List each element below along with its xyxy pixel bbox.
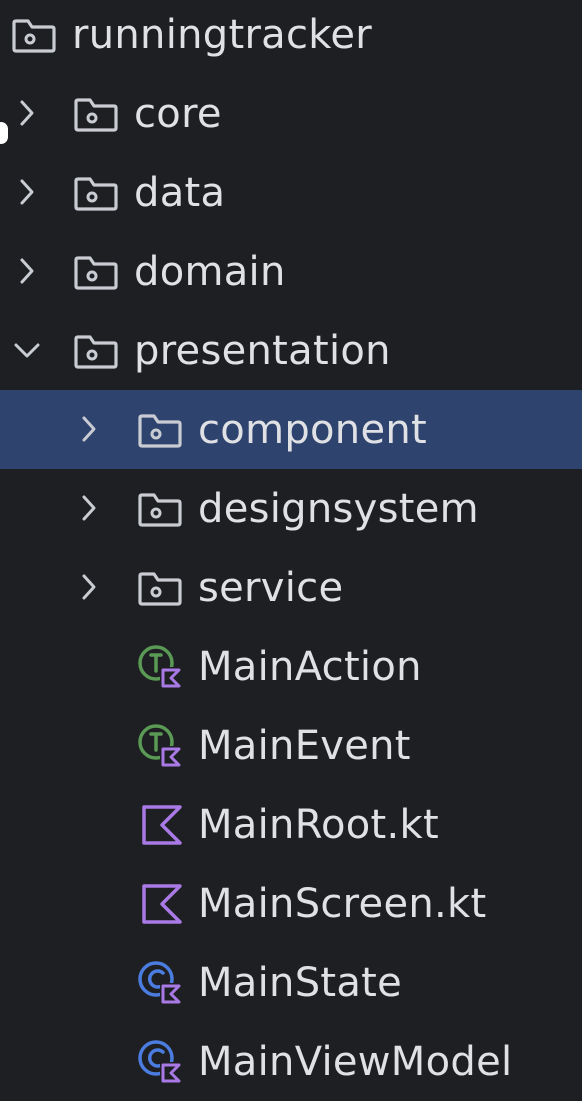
tree-row-presentation[interactable]: presentation	[0, 311, 582, 390]
kotlin-file-icon	[140, 882, 188, 924]
folder-icon	[136, 410, 184, 450]
tree-row-domain[interactable]: domain	[0, 232, 582, 311]
chevron-right-icon[interactable]	[78, 493, 100, 523]
tree-label-core: core	[134, 91, 222, 137]
tree-label-root: runningtracker	[72, 12, 372, 58]
tree-label-component: component	[198, 407, 427, 453]
kotlin-class-icon	[136, 959, 184, 1005]
tree-row-data[interactable]: data	[0, 153, 582, 232]
tree-row-mainaction[interactable]: MainAction	[0, 627, 582, 706]
project-tree: runningtracker core data domain presenta…	[0, 0, 582, 1100]
tree-label-mainviewmodel: MainViewModel	[198, 1039, 513, 1085]
folder-icon	[72, 94, 120, 134]
folder-icon	[136, 568, 184, 608]
kotlin-interface-icon	[136, 643, 184, 689]
tree-label-service: service	[198, 565, 344, 611]
tree-row-designsystem[interactable]: designsystem	[0, 469, 582, 548]
tree-row-mainstate[interactable]: MainState	[0, 943, 582, 1022]
chevron-right-icon[interactable]	[16, 256, 38, 286]
kotlin-class-icon	[136, 1038, 184, 1084]
kotlin-file-icon	[140, 803, 188, 845]
folder-icon	[10, 15, 58, 55]
tree-label-mainroot: MainRoot.kt	[198, 802, 439, 848]
mouse-cursor	[0, 122, 8, 144]
tree-row-mainevent[interactable]: MainEvent	[0, 706, 582, 785]
tree-label-domain: domain	[134, 249, 286, 295]
tree-row-mainscreen[interactable]: MainScreen.kt	[0, 864, 582, 943]
folder-icon	[72, 252, 120, 292]
tree-label-designsystem: designsystem	[198, 486, 479, 532]
tree-row-core[interactable]: core	[0, 74, 582, 153]
chevron-right-icon[interactable]	[78, 414, 100, 444]
chevron-right-icon[interactable]	[78, 572, 100, 602]
tree-label-mainstate: MainState	[198, 960, 403, 1006]
folder-icon	[136, 489, 184, 529]
tree-label-data: data	[134, 170, 226, 216]
chevron-right-icon[interactable]	[16, 177, 38, 207]
kotlin-interface-icon	[136, 722, 184, 768]
tree-label-presentation: presentation	[134, 328, 391, 374]
tree-row-mainviewmodel[interactable]: MainViewModel	[0, 1022, 582, 1101]
chevron-right-icon[interactable]	[16, 98, 38, 128]
tree-row-mainroot[interactable]: MainRoot.kt	[0, 785, 582, 864]
tree-label-mainevent: MainEvent	[198, 723, 411, 769]
folder-icon	[72, 173, 120, 213]
tree-label-mainaction: MainAction	[198, 644, 422, 690]
tree-label-mainscreen: MainScreen.kt	[198, 881, 487, 927]
tree-row-component[interactable]: component	[0, 390, 582, 469]
folder-icon	[72, 331, 120, 371]
tree-row-service[interactable]: service	[0, 548, 582, 627]
tree-row-runningtracker[interactable]: runningtracker	[0, 0, 582, 74]
chevron-down-icon[interactable]	[12, 335, 42, 365]
